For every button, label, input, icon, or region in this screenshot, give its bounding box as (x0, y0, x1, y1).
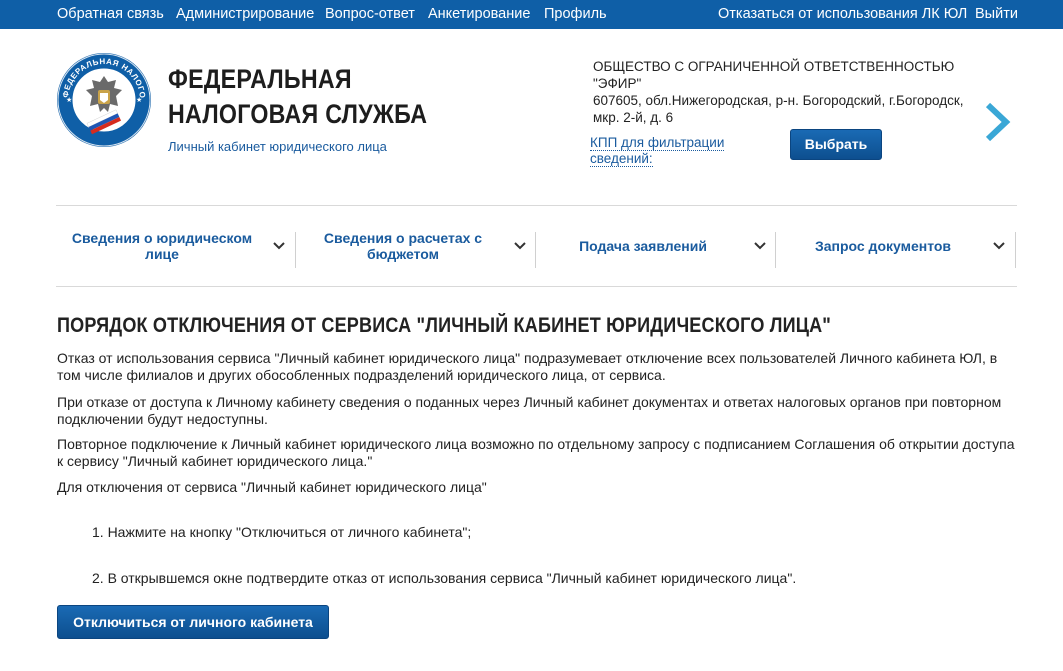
title-line-2: НАЛОГОВАЯ СЛУЖБА (168, 99, 428, 129)
service-title: ФЕДЕРАЛЬНАЯ НАЛОГОВАЯ СЛУЖБА (168, 62, 427, 132)
nav-label: Сведения о расчетах с бюджетом (323, 230, 483, 262)
page-title: ПОРЯДОК ОТКЛЮЧЕНИЯ ОТ СЕРВИСА "ЛИЧНЫЙ КА… (57, 314, 832, 337)
administration-link[interactable]: Администрирование (176, 6, 314, 22)
cabinet-subtitle: Личный кабинет юридического лица (168, 139, 387, 154)
paragraph-instructions-intro: Для отключения от сервиса "Личный кабине… (57, 479, 487, 495)
organization-info: ОБЩЕСТВО С ОГРАНИЧЕННОЙ ОТВЕТСТВЕННОСТЬЮ… (593, 58, 983, 126)
chevron-down-icon (273, 242, 285, 250)
top-navigation-bar: Обратная связь Администрирование Вопрос-… (0, 0, 1063, 29)
chevron-down-icon (754, 242, 766, 250)
organization-name: ОБЩЕСТВО С ОГРАНИЧЕННОЙ ОТВЕТСТВЕННОСТЬЮ… (593, 59, 955, 91)
step-1: 1. Нажмите на кнопку "Отключиться от лич… (92, 524, 472, 540)
svg-text:★: ★ (136, 96, 142, 104)
select-button[interactable]: Выбрать (790, 129, 882, 160)
disconnect-button[interactable]: Отключиться от личного кабинета (57, 605, 329, 639)
nav-submit-applications[interactable]: Подача заявлений (536, 222, 775, 270)
nav-budget-settlements[interactable]: Сведения о расчетах с бюджетом (296, 222, 535, 270)
paragraph-access-warning: При отказе от доступа к Личному кабинету… (57, 394, 1002, 427)
faq-link[interactable]: Вопрос-ответ (325, 6, 415, 22)
logout-link[interactable]: Выйти (975, 6, 1018, 22)
paragraph-refusal-info: Отказ от использования сервиса "Личный к… (57, 350, 998, 383)
feedback-link[interactable]: Обратная связь (57, 6, 164, 22)
organization-address: 607605, обл.Нижегородская, р-н. Богородс… (593, 93, 964, 125)
profile-link[interactable]: Профиль (544, 6, 607, 22)
chevron-right-icon[interactable] (984, 101, 1012, 143)
nav-divider (56, 286, 1017, 287)
fns-emblem-logo[interactable]: ФЕДЕРАЛЬНАЯ НАЛОГОВАЯ СЛУЖБА ★ ★ (56, 52, 152, 148)
refuse-service-link[interactable]: Отказаться от использования ЛК ЮЛ (718, 6, 967, 22)
chevron-down-icon (993, 242, 1005, 250)
step-2: 2. В открывшемся окне подтвердите отказ … (92, 570, 797, 586)
kpp-filter-link[interactable]: КПП для фильтрации сведений: (590, 135, 750, 167)
title-line-1: ФЕДЕРАЛЬНАЯ (168, 64, 352, 94)
nav-separator (1015, 232, 1016, 268)
header-divider (56, 205, 1017, 206)
paragraph-reconnect-info: Повторное подключение к Личный кабинет ю… (57, 436, 1015, 469)
chevron-down-icon (514, 242, 526, 250)
survey-link[interactable]: Анкетирование (428, 6, 530, 22)
nav-legal-entity-info[interactable]: Сведения о юридическом лице (57, 222, 295, 270)
nav-label: Подача заявлений (579, 238, 707, 254)
svg-text:★: ★ (66, 96, 72, 104)
kpp-filter-label[interactable]: КПП для фильтрации сведений: (590, 135, 725, 167)
nav-label: Запрос документов (814, 238, 952, 254)
nav-request-documents[interactable]: Запрос документов (776, 222, 1016, 270)
nav-label: Сведения о юридическом лице (71, 230, 253, 262)
